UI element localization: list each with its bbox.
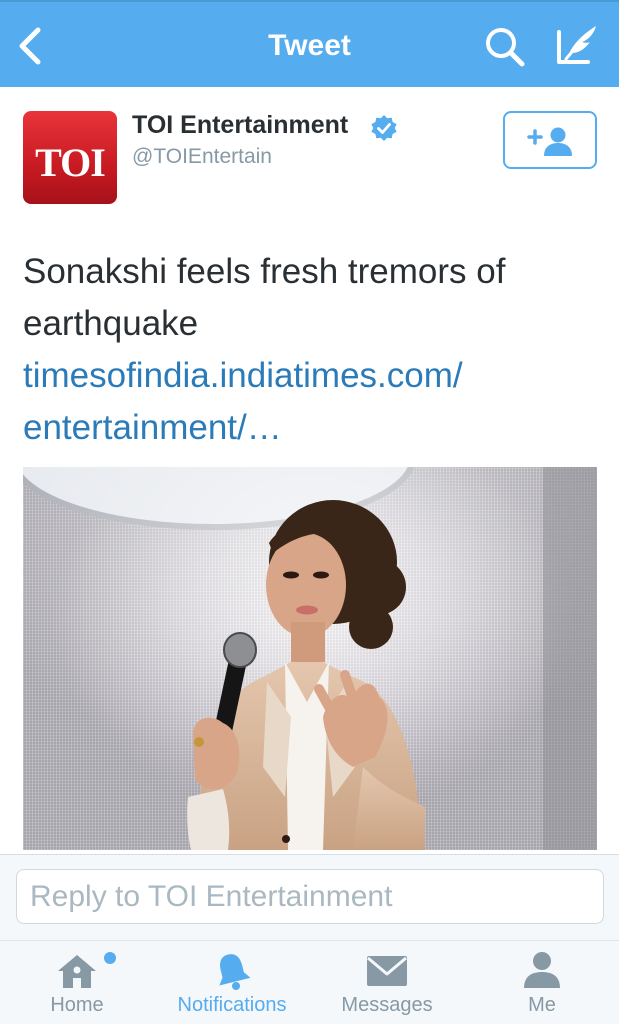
author-handle[interactable]: @TOIEntertain (132, 145, 272, 169)
add-user-icon (527, 127, 572, 156)
envelope-icon (367, 956, 407, 986)
tab-label: Messages (341, 994, 433, 1016)
tweet-photo[interactable] (23, 467, 597, 850)
reply-input[interactable]: Reply to TOI Entertainment (16, 869, 604, 924)
home-icon (58, 955, 96, 988)
person-icon (524, 952, 560, 988)
avatar-logo-text: TOI (35, 140, 106, 185)
new-content-badge (104, 952, 116, 964)
tab-label: Notifications (177, 994, 287, 1016)
photo-illustration (23, 467, 597, 850)
tab-label: Me (528, 994, 556, 1016)
avatar[interactable]: TOI (23, 111, 117, 204)
tweet-link[interactable]: timesofindia.indiatimes.com/ entertainme… (23, 350, 603, 454)
tweet-link-line: timesofindia.indiatimes.com/ (23, 356, 463, 395)
compose-icon[interactable] (554, 22, 602, 68)
verified-badge-icon (371, 115, 397, 141)
page-title: Tweet (268, 29, 351, 62)
tab-messages[interactable]: Messages (330, 940, 444, 1024)
navigation-bar: Tweet (0, 0, 619, 87)
search-icon[interactable] (484, 26, 526, 68)
tab-notifications[interactable]: Notifications (160, 940, 304, 1024)
tweet-link-line: entertainment/… (23, 408, 282, 447)
tab-me[interactable]: Me (510, 940, 574, 1024)
tab-label: Home (50, 994, 104, 1016)
author-display-name[interactable]: TOI Entertainment (132, 111, 348, 140)
tweet-text: Sonakshi feels fresh tremors of earthqua… (23, 252, 506, 343)
bell-icon (219, 954, 251, 990)
tab-home[interactable]: Home (32, 940, 122, 1024)
follow-button[interactable] (503, 111, 597, 169)
